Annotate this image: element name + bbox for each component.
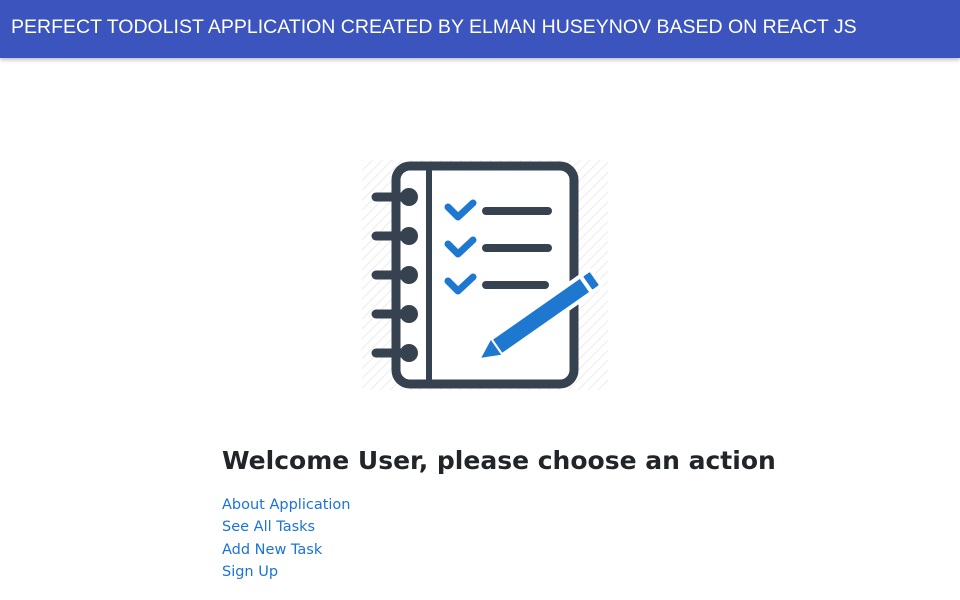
- notebook-checklist-pencil-icon: [362, 160, 608, 390]
- list-item: Sign Up: [222, 560, 351, 582]
- welcome-heading: Welcome User, please choose an action: [222, 446, 776, 475]
- about-application-link[interactable]: About Application: [222, 497, 351, 513]
- app-header: PERFECT TODOLIST APPLICATION CREATED BY …: [0, 0, 960, 58]
- app-title: PERFECT TODOLIST APPLICATION CREATED BY …: [11, 16, 857, 38]
- list-item: See All Tasks: [222, 515, 351, 537]
- sign-up-link[interactable]: Sign Up: [222, 564, 278, 580]
- list-item: Add New Task: [222, 538, 351, 560]
- list-item: About Application: [222, 493, 351, 515]
- add-new-task-link[interactable]: Add New Task: [222, 542, 322, 558]
- see-all-tasks-link[interactable]: See All Tasks: [222, 519, 315, 535]
- action-list: About Application See All Tasks Add New …: [222, 493, 351, 583]
